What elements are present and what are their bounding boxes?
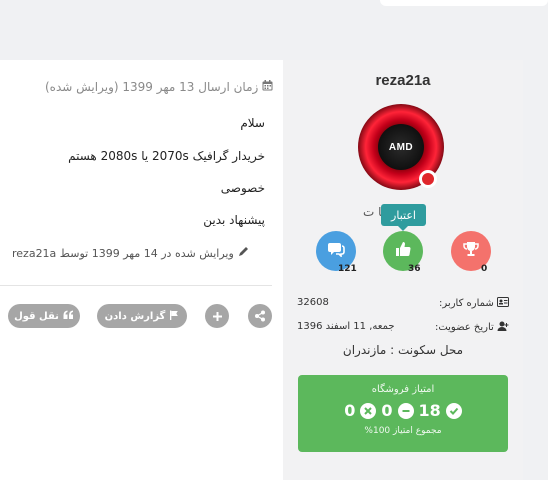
edited-text: ویرایش شده در 14 مهر 1399 توسط reza21a: [12, 246, 234, 260]
top-card: [380, 0, 548, 6]
thumbs-up-icon: [394, 240, 412, 262]
neutral-score: 0: [381, 401, 393, 420]
user-plus-icon: [494, 321, 509, 333]
awards-count: 0: [481, 264, 488, 274]
post-meta: زمان ارسال 13 مهر 1399 (ویرایش شده): [45, 80, 273, 94]
trophy-icon: [462, 240, 480, 262]
reputation-tooltip: اعتبار: [381, 204, 426, 231]
share-icon: [254, 307, 266, 326]
status-dot: [419, 170, 437, 188]
post-line-4: پیشنهاد بدین: [203, 213, 265, 227]
amd-logo: AMD: [378, 124, 424, 170]
times-circle-icon: [360, 402, 377, 419]
comments-icon: [327, 241, 345, 261]
positive-score: 18: [418, 401, 441, 420]
negative-score: 0: [344, 401, 356, 420]
minus-circle-icon: [397, 402, 414, 419]
post-date: زمان ارسال 13 مهر 1399 (ویرایش شده): [45, 80, 259, 94]
check-circle-icon: [445, 402, 462, 419]
location: محل سکونت : مازندران: [342, 343, 464, 357]
post-line-3: خصوصی: [220, 181, 265, 195]
plus-icon: [212, 307, 223, 326]
quote-label: نقل قول: [14, 310, 59, 322]
join-date-label: تاریخ عضویت:: [435, 321, 509, 333]
report-label: گزارش دادن: [104, 310, 166, 322]
quote-button[interactable]: نقل قول: [8, 304, 80, 328]
post-line-2: خریدار گرافیک 2070s یا 2080s هستم: [68, 149, 265, 163]
post-line-1: سلام: [240, 116, 265, 130]
store-score-total: مجموع امتیاز 100%: [364, 426, 442, 436]
store-score-row: 0 0 18: [298, 401, 508, 420]
reputation-count: 36: [408, 264, 421, 274]
divider: [0, 285, 272, 286]
avatar[interactable]: AMD: [358, 104, 444, 190]
edited-note: ویرایش شده در 14 مهر 1399 توسط reza21a: [12, 246, 249, 260]
pencil-icon: [238, 246, 249, 260]
store-score-box: امتیاز فروشگاه 0 0 18 مجموع امتیاز 100%: [298, 375, 508, 452]
flag-icon: [169, 310, 179, 323]
author-name[interactable]: reza21a: [283, 72, 523, 89]
share-button[interactable]: [248, 304, 272, 328]
posts-count: 121: [338, 264, 357, 274]
quote-icon: [63, 310, 74, 322]
join-date-value: جمعه, 11 اسفند 1396: [297, 321, 395, 332]
user-number-label: شماره کاربر:: [439, 297, 509, 309]
report-button[interactable]: گزارش دادن: [97, 304, 187, 328]
add-button[interactable]: [205, 304, 229, 328]
id-card-icon: [494, 297, 509, 309]
store-score-title: امتیاز فروشگاه: [371, 384, 435, 395]
calendar-icon: [262, 80, 273, 94]
user-number-value: 32608: [297, 297, 329, 308]
